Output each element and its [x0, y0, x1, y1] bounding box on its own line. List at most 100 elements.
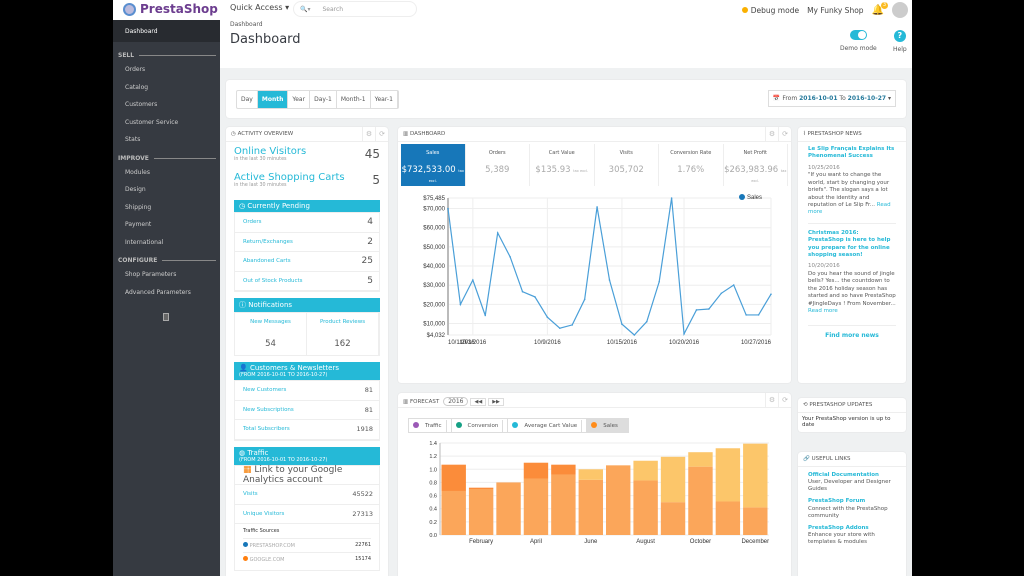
product-reviews-label: Product Reviews — [319, 319, 366, 325]
sidebar-item-international[interactable]: International — [113, 234, 220, 252]
x-tick-label: August — [636, 539, 655, 545]
prev-year-button[interactable]: ◀◀ — [470, 398, 487, 406]
next-year-button[interactable]: ▶▶ — [488, 398, 504, 406]
sidebar-item-modules[interactable]: Modules — [113, 164, 220, 182]
news-title-link[interactable]: Le Slip Français Explains Its Phenomenal… — [808, 146, 896, 161]
avatar[interactable] — [892, 2, 908, 18]
sidebar-item-customers[interactable]: Customers — [113, 96, 220, 114]
help-icon: ? — [893, 30, 906, 42]
bar-top-january — [441, 464, 466, 491]
gear-icon[interactable]: ⚙ — [362, 127, 375, 141]
sidebar-section-improve: IMPROVE — [113, 149, 220, 164]
collapse-sidebar-icon[interactable] — [163, 313, 169, 321]
breadcrumb[interactable]: Dashboard — [230, 21, 263, 28]
unique-visitors-link[interactable]: Unique Visitors — [243, 511, 284, 517]
total-subscribers-link[interactable]: Total Subscribers — [243, 426, 290, 432]
sidebar-item-orders[interactable]: Orders — [113, 61, 220, 79]
table-row: Unique Visitors 27313 — [235, 505, 379, 524]
page-title: Dashboard — [230, 32, 301, 47]
dot-icon — [413, 422, 419, 428]
dashboard-panel: ▥ DASHBOARD ⚙ ⟳ Sales $732,533.00 tax excl.… — [398, 127, 791, 383]
year-selector[interactable]: 2016 — [443, 397, 469, 406]
kpi-value: $135.93 tax excl. — [530, 165, 594, 175]
period-year[interactable]: Year — [288, 91, 311, 108]
new-messages-label: New Messages — [250, 319, 291, 325]
pending-orders-link[interactable]: Orders — [243, 219, 262, 225]
period-month-1[interactable]: Month-1 — [337, 91, 371, 108]
quick-access-menu[interactable]: Quick Access ▾ — [230, 3, 289, 12]
forum-link[interactable]: PrestaShop Forum — [808, 498, 896, 505]
sidebar-item-advanced-parameters[interactable]: Advanced Parameters — [113, 284, 220, 302]
caret-down-icon: ▾ — [887, 95, 891, 102]
row-value: 2 — [367, 236, 373, 247]
gear-icon[interactable]: ⚙ — [765, 127, 778, 141]
visits-link[interactable]: Visits — [243, 491, 258, 497]
link-item: PrestaShop Forum Connect with the PrestaS… — [798, 493, 906, 519]
bar-chart-icon: ▥ — [403, 131, 410, 137]
kpi-tab-orders[interactable]: Orders 5,389 — [466, 144, 530, 186]
active-carts-label[interactable]: Active Shopping Carts — [234, 168, 380, 183]
kpi-tab-sales[interactable]: Sales $732,533.00 tax excl. — [401, 144, 466, 186]
bell-icon[interactable]: 🔔 3 — [872, 1, 888, 16]
abandoned-carts-link[interactable]: Abandoned Carts — [243, 258, 291, 264]
pending-returns-link[interactable]: Return/Exchanges — [243, 239, 293, 245]
sidebar-item-dashboard[interactable]: Dashboard — [113, 20, 220, 42]
documentation-link[interactable]: Official Documentation — [808, 472, 896, 479]
search-icon[interactable]: 🔍▾ — [300, 6, 310, 13]
period-day[interactable]: Day — [237, 91, 258, 108]
period-month[interactable]: Month — [257, 91, 289, 108]
from-date: 2016-10-01 — [799, 95, 838, 102]
kpi-tab-net-profit[interactable]: Net Profit $263,983.96 tax excl. — [724, 144, 788, 186]
out-of-stock-link[interactable]: Out of Stock Products — [243, 278, 303, 284]
legend-sales[interactable]: Sales — [587, 419, 628, 432]
new-messages[interactable]: New Messages 54 — [235, 313, 307, 355]
sidebar-item-payment[interactable]: Payment — [113, 216, 220, 234]
legend-average-cart-value[interactable]: Average Cart Value — [508, 419, 588, 432]
addons-link[interactable]: PrestaShop Addons — [808, 525, 896, 532]
sidebar-item-stats[interactable]: Stats — [113, 131, 220, 149]
table-row: Total Subscribers 1918 — [235, 420, 379, 440]
search-input[interactable]: 🔍▾ Search — [293, 1, 417, 17]
source-row: PRESTASHOP.COM 22761 — [243, 538, 371, 552]
kpi-tab-cart-value[interactable]: Cart Value $135.93 tax excl. — [530, 144, 595, 186]
y-tick-label: $30,000 — [423, 283, 445, 289]
refresh-icon[interactable]: ⟳ — [375, 127, 388, 141]
new-subscriptions-link[interactable]: New Subscriptions — [243, 407, 294, 413]
online-visitors-label[interactable]: Online Visitors — [234, 142, 380, 157]
google-analytics-link[interactable]: ▦ Link to your Google Analytics account — [243, 465, 373, 485]
date-range-picker[interactable]: 📅 From 2016-10-01 To 2016-10-27 ▾ — [767, 90, 896, 107]
debug-mode[interactable]: Debug mode — [741, 6, 799, 15]
find-more-news-link[interactable]: Find more news — [808, 325, 896, 339]
new-customers-link[interactable]: New Customers — [243, 387, 286, 393]
sidebar-item-shipping[interactable]: Shipping — [113, 199, 220, 217]
row-value: 45522 — [352, 490, 373, 499]
y-tick-label: 1.2 — [429, 454, 437, 460]
kpi-tab-conversion-rate[interactable]: Conversion Rate 1.76% — [659, 144, 724, 186]
news-title-link[interactable]: Christmas 2016: PrestaShop is here to he… — [808, 230, 896, 260]
data-point — [459, 303, 462, 306]
period-day-1[interactable]: Day-1 — [310, 91, 337, 108]
sidebar-item-customer-service[interactable]: Customer Service — [113, 114, 220, 132]
product-reviews[interactable]: Product Reviews 162 — [307, 313, 379, 355]
help-button[interactable]: ? Help — [893, 30, 907, 53]
period-year-1[interactable]: Year-1 — [371, 91, 398, 108]
topbar: PrestaShop Quick Access ▾ 🔍▾ Search Debug… — [113, 0, 912, 20]
kpi-tab-visits[interactable]: Visits 305,702 — [595, 144, 659, 186]
bar-top-august — [633, 460, 658, 481]
data-point — [633, 334, 636, 336]
bar-base-september — [660, 502, 686, 535]
legend-conversion[interactable]: Conversion — [452, 419, 509, 432]
legend-traffic[interactable]: Traffic — [409, 419, 452, 432]
sidebar-item-shop-parameters[interactable]: Shop Parameters — [113, 266, 220, 284]
sidebar-item-design[interactable]: Design — [113, 181, 220, 199]
shop-link[interactable]: My Funky Shop — [807, 6, 863, 15]
gear-icon[interactable]: ⚙ — [765, 393, 778, 407]
refresh-icon[interactable]: ⟳ — [778, 393, 791, 407]
read-more-link[interactable]: Read more — [808, 308, 838, 314]
toggle-icon[interactable] — [849, 30, 867, 40]
logo[interactable]: PrestaShop — [123, 2, 218, 16]
sidebar-item-catalog[interactable]: Catalog — [113, 79, 220, 97]
demo-mode-toggle[interactable]: Demo mode — [840, 30, 877, 52]
bar-base-june — [578, 479, 603, 535]
refresh-icon[interactable]: ⟳ — [778, 127, 791, 141]
